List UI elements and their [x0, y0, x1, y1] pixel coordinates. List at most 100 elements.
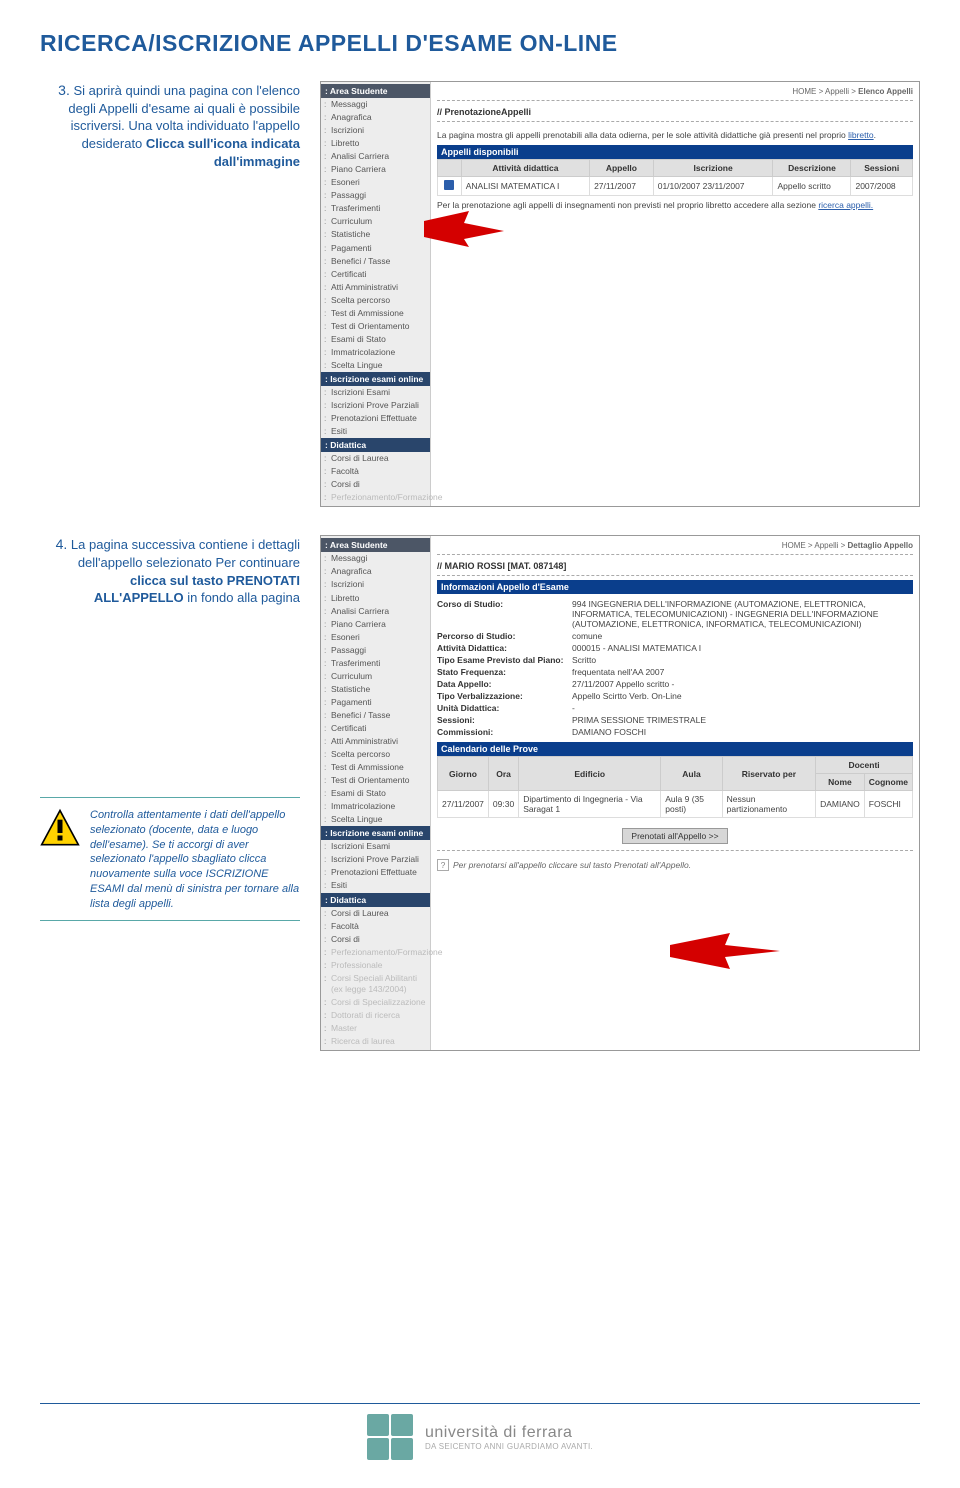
sidebar-item[interactable]: Passaggi — [321, 189, 430, 202]
shot2-heading: // MARIO ROSSI [MAT. 087148] — [437, 559, 913, 573]
sidebar-item[interactable]: Certificati — [321, 268, 430, 281]
detail-row: Commissioni:DAMIANO FOSCHI — [437, 726, 913, 738]
sidebar-item[interactable]: Esiti — [321, 425, 430, 438]
sidebar-item[interactable]: Pagamenti — [321, 696, 430, 709]
sidebar-item[interactable]: Atti Amministrativi — [321, 281, 430, 294]
detail-key: Unità Didattica: — [437, 703, 572, 713]
sidebar-item[interactable]: Test di Ammissione — [321, 307, 430, 320]
detail-value: frequentata nell'AA 2007 — [572, 667, 913, 677]
sidebar-item[interactable]: Passaggi — [321, 644, 430, 657]
table-cell: Nessun partizionamento — [722, 791, 815, 818]
sidebar-item[interactable]: Facoltà — [321, 920, 430, 933]
sidebar-item[interactable]: Statistiche — [321, 228, 430, 241]
prenotati-button[interactable]: Prenotati all'Appello >> — [622, 828, 727, 844]
sidebar-item[interactable]: Master — [321, 1022, 430, 1035]
detail-row: Attività Didattica:000015 - ANALISI MATE… — [437, 642, 913, 654]
ricerca-appelli-link[interactable]: ricerca appelli. — [818, 200, 873, 210]
sidebar-item[interactable]: Libretto — [321, 592, 430, 605]
sidebar-item[interactable]: Corsi di Specializzazione — [321, 996, 430, 1009]
sidebar-item[interactable]: Scelta percorso — [321, 294, 430, 307]
shot2-footnote: Per prenotarsi all'appello cliccare sul … — [437, 855, 913, 871]
sidebar-item[interactable]: Corsi di Laurea — [321, 452, 430, 465]
sidebar-item[interactable]: Corsi Speciali Abilitanti (ex legge 143/… — [321, 972, 430, 996]
table-header: Giorno — [438, 757, 489, 791]
sidebar-item[interactable]: Libretto — [321, 137, 430, 150]
libretto-link[interactable]: libretto — [848, 130, 874, 140]
sidebar-item[interactable]: Pagamenti — [321, 242, 430, 255]
sidebar-item[interactable]: Esoneri — [321, 631, 430, 644]
sidebar-item[interactable]: Piano Carriera — [321, 618, 430, 631]
sidebar-item[interactable]: Professionale — [321, 959, 430, 972]
sidebar-item[interactable]: Trasferimenti — [321, 657, 430, 670]
detail-value: - — [572, 703, 913, 713]
sidebar-item[interactable]: Iscrizioni Prove Parziali — [321, 399, 430, 412]
sidebar-item[interactable]: Messaggi — [321, 98, 430, 111]
table-header: Riservato per — [722, 757, 815, 791]
breadcrumb-2: HOME > Appelli > Dettaglio Appello — [437, 539, 913, 552]
step4-body-a: La pagina successiva contiene i dettagli… — [71, 537, 300, 570]
detail-row: Data Appello:27/11/2007 Appello scritto … — [437, 678, 913, 690]
sidebar-item[interactable]: Curriculum — [321, 215, 430, 228]
sidebar-item[interactable]: Statistiche — [321, 683, 430, 696]
sidebar-item[interactable]: Perfezionamento/Formazione — [321, 946, 430, 959]
sidebar-item[interactable]: Iscrizioni — [321, 578, 430, 591]
sidebar-item[interactable]: Benefici / Tasse — [321, 709, 430, 722]
sidebar-item[interactable]: Atti Amministrativi — [321, 735, 430, 748]
sidebar-item[interactable]: Trasferimenti — [321, 202, 430, 215]
sidebar-item[interactable]: Messaggi — [321, 552, 430, 565]
sidebar-item[interactable]: Prenotazioni Effettuate — [321, 866, 430, 879]
sidenav-2: : Area Studente MessaggiAnagraficaIscriz… — [321, 536, 431, 1050]
table-cell: Aula 9 (35 posti) — [661, 791, 722, 818]
sidebar-item[interactable]: Scelta percorso — [321, 748, 430, 761]
sidebar-item[interactable]: Test di Orientamento — [321, 320, 430, 333]
sidebar-item[interactable]: Immatricolazione — [321, 800, 430, 813]
table-header: Aula — [661, 757, 722, 791]
sidebar-item[interactable]: Piano Carriera — [321, 163, 430, 176]
sidebar-item[interactable]: Esiti — [321, 879, 430, 892]
table-cell: Appello scritto — [773, 177, 851, 196]
sidebar-item[interactable]: Dottorati di ricerca — [321, 1009, 430, 1022]
sidebar-item[interactable]: Corsi di Laurea — [321, 907, 430, 920]
sidebar-item[interactable]: Analisi Carriera — [321, 150, 430, 163]
table-cell: 2007/2008 — [851, 177, 913, 196]
sidebar-item[interactable]: Iscrizioni — [321, 124, 430, 137]
detail-key: Attività Didattica: — [437, 643, 572, 653]
sidebar-item[interactable]: Esoneri — [321, 176, 430, 189]
sidebar-item[interactable]: Facoltà — [321, 465, 430, 478]
book-icon[interactable] — [444, 180, 454, 190]
sidebar-item[interactable]: Corsi di — [321, 478, 430, 491]
sidebar-item[interactable]: Anagrafica — [321, 111, 430, 124]
sidebar-item[interactable]: Benefici / Tasse — [321, 255, 430, 268]
table-cell[interactable] — [438, 177, 462, 196]
sidebar-item[interactable]: Certificati — [321, 722, 430, 735]
breadcrumb: HOME > Appelli > Elenco Appelli — [437, 85, 913, 98]
sidebar-item[interactable]: Perfezionamento/Formazione — [321, 491, 430, 504]
sidebar-item[interactable]: Curriculum — [321, 670, 430, 683]
sidebar-item[interactable]: Iscrizioni Esami — [321, 386, 430, 399]
sidebar-item[interactable]: Scelta Lingue — [321, 813, 430, 826]
sidebar-item[interactable]: Prenotazioni Effettuate — [321, 412, 430, 425]
sidebar-item[interactable]: Esami di Stato — [321, 333, 430, 346]
detail-row: Stato Frequenza:frequentata nell'AA 2007 — [437, 666, 913, 678]
sidebar-item[interactable]: Analisi Carriera — [321, 605, 430, 618]
detail-row: Corso di Studio:994 INGEGNERIA DELL'INFO… — [437, 598, 913, 630]
table-header: Descrizione — [773, 160, 851, 177]
section-step-3: 3. Si aprirà quindi una pagina con l'ele… — [40, 81, 920, 507]
detail-value: Scritto — [572, 655, 913, 665]
shot1-heading: // PrenotazioneAppelli — [437, 105, 913, 119]
sidebar-item[interactable]: Test di Ammissione — [321, 761, 430, 774]
detail-value: PRIMA SESSIONE TRIMESTRALE — [572, 715, 913, 725]
sidebar-item[interactable]: Immatricolazione — [321, 346, 430, 359]
sidebar-item[interactable]: Corsi di — [321, 933, 430, 946]
step4-body-c: in fondo alla pagina — [187, 590, 300, 605]
sidebar-item[interactable]: Iscrizioni Esami — [321, 840, 430, 853]
sidebar-item[interactable]: Iscrizioni Prove Parziali — [321, 853, 430, 866]
sidebar-item[interactable]: Test di Orientamento — [321, 774, 430, 787]
table-cell: 01/10/2007 23/11/2007 — [653, 177, 773, 196]
sidebar-item[interactable]: Anagrafica — [321, 565, 430, 578]
sidebar-item[interactable]: Scelta Lingue — [321, 359, 430, 372]
sidebar-item[interactable]: Ricerca di laurea — [321, 1035, 430, 1048]
table-cell: Dipartimento di Ingegneria - Via Saragat… — [519, 791, 661, 818]
sidebar-item[interactable]: Esami di Stato — [321, 787, 430, 800]
detail-value: 000015 - ANALISI MATEMATICA I — [572, 643, 913, 653]
